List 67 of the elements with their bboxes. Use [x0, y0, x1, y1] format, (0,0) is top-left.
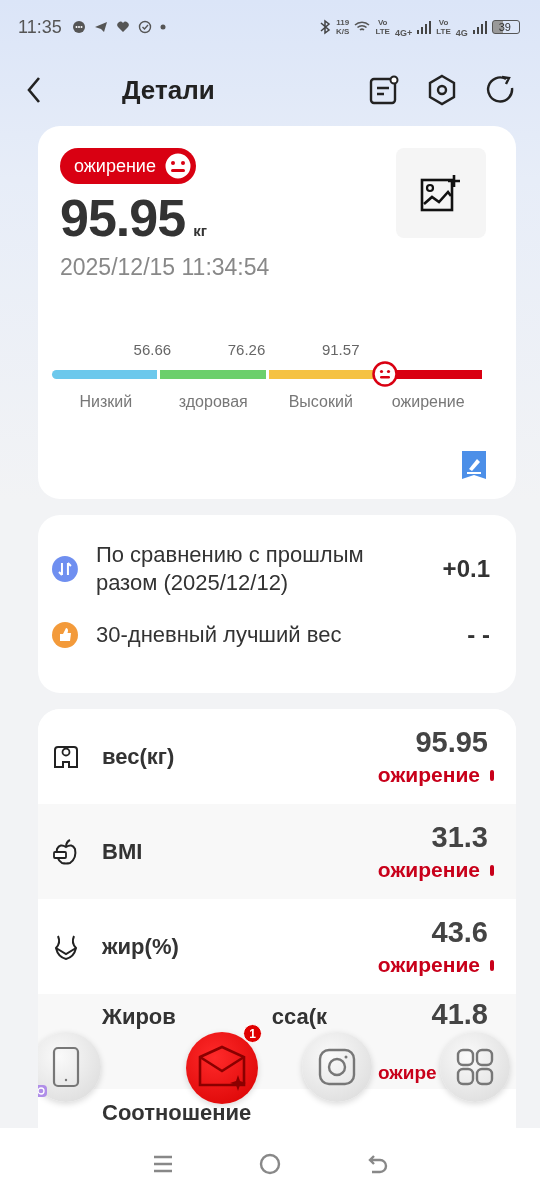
badge-label: ожирение [74, 155, 156, 177]
edit-icon[interactable] [462, 451, 486, 479]
page-title: Детали [122, 74, 215, 106]
weight-unit: кг [193, 222, 207, 239]
range-label: Высокий [287, 393, 354, 411]
threshold-value: 91.57 [320, 341, 361, 358]
chat-icon [71, 20, 86, 34]
metric-label: вес(кг) [102, 743, 175, 770]
home-icon[interactable] [259, 1153, 281, 1175]
battery-indicator: 39 [491, 20, 520, 34]
metric-label: жир(%) [102, 933, 179, 960]
metric-status: ожирение [377, 953, 480, 977]
metric-label: Жиров [102, 1004, 176, 1030]
heart-icon [115, 20, 130, 34]
bluetooth-icon [319, 19, 332, 35]
network-label: 4G [455, 28, 468, 38]
add-image-icon [420, 174, 462, 212]
add-image-button[interactable] [396, 148, 486, 238]
signal-icon [417, 20, 432, 34]
status-indicator [490, 769, 494, 781]
phone-icon [51, 1046, 81, 1088]
status-indicator [490, 864, 494, 876]
comparison-label: По сравнению с прошлым разом (2025/12/12) [95, 541, 365, 597]
signal-icon [472, 20, 487, 34]
settings-icon[interactable] [426, 74, 458, 106]
metric-value: 41.8 [431, 997, 488, 1031]
grid-icon [455, 1047, 495, 1087]
comparison-label: 30-дневный лучший вес [96, 621, 343, 649]
note-icon[interactable] [368, 74, 400, 106]
metric-value: 95.95 [415, 726, 488, 759]
metric-status: ожирение [377, 858, 480, 882]
metric-value: 43.6 [431, 916, 488, 949]
metric-label: Соотношение [102, 1100, 252, 1125]
compare-icon [52, 556, 78, 582]
status-indicator [490, 959, 494, 971]
range-label: здоровая [177, 393, 249, 411]
camera-icon [317, 1047, 357, 1087]
metric-status: ожирение [377, 763, 480, 787]
dot-icon [159, 24, 166, 30]
speed-unit: K/S [336, 27, 350, 36]
status-time: 11:35 [18, 16, 62, 38]
comparison-value: +0.1 [442, 555, 490, 583]
speed-value: 119 [336, 18, 350, 27]
thumbs-up-icon [52, 622, 78, 648]
volte-label: Vo [438, 18, 449, 27]
refresh-icon[interactable] [484, 74, 516, 106]
metric-label: BMI [102, 838, 143, 865]
check-circle-icon [137, 20, 152, 34]
metric-status: ожире [378, 1062, 438, 1084]
menu-icon[interactable] [152, 1153, 175, 1175]
comparison-value: - - [467, 621, 490, 649]
weight-value: 95.95 [60, 188, 186, 248]
metric-value: 31.3 [431, 821, 488, 854]
mail-icon [196, 1045, 248, 1091]
volte-label: Vo [377, 18, 388, 27]
network-label: 4G+ [394, 28, 413, 38]
paper-plane-icon [93, 20, 108, 34]
measurement-datetime: 2025/12/15 11:34:54 [60, 254, 270, 281]
threshold-value: 56.66 [132, 341, 173, 358]
range-label: Низкий [78, 393, 134, 411]
lte-label: LTE [436, 27, 451, 36]
lte-label: LTE [375, 27, 390, 36]
back-icon[interactable] [26, 76, 42, 104]
range-label: ожирение [390, 393, 466, 411]
metric-label: сса(к [271, 1004, 328, 1030]
threshold-value: 76.26 [226, 341, 267, 358]
wifi-icon [354, 21, 371, 33]
